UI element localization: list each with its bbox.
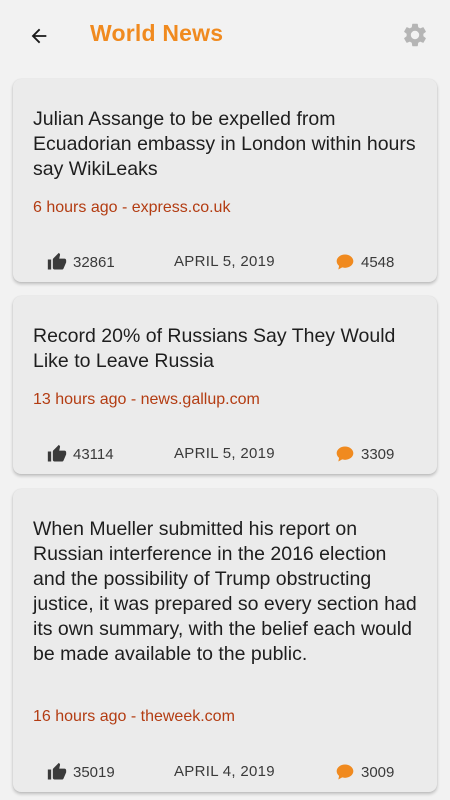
like-count-value: 35019	[73, 763, 115, 781]
gear-icon	[404, 23, 426, 47]
article-headline: Julian Assange to be expelled from Ecuad…	[33, 108, 416, 180]
comment-icon	[336, 764, 354, 780]
news-card[interactable]: Record 20% of Russians Say They Would Li…	[13, 296, 437, 474]
thumbs-up-icon	[47, 762, 67, 780]
comment-count[interactable]: 4548	[335, 252, 394, 272]
comment-count-value: 4548	[361, 253, 395, 271]
arrow-left-icon	[31, 28, 47, 44]
like-count[interactable]: 32861	[47, 252, 115, 272]
article-date: APRIL 4, 2019	[174, 763, 275, 780]
comment-icon	[336, 254, 354, 270]
article-date: APRIL 5, 2019	[174, 253, 275, 270]
page-title: World News	[90, 20, 224, 46]
article-meta[interactable]: 13 hours ago - news.gallup.com	[33, 391, 260, 409]
comment-count-value: 3309	[361, 445, 395, 463]
comment-icon	[336, 446, 354, 462]
comment-count[interactable]: 3309	[335, 444, 394, 464]
app-bar: World News	[0, 0, 450, 70]
like-count-value: 43114	[73, 445, 114, 463]
settings-button[interactable]	[400, 20, 430, 50]
thumbs-up-icon	[47, 444, 67, 462]
article-headline: When Mueller submitted his report on Rus…	[33, 518, 417, 665]
news-card[interactable]: When Mueller submitted his report on Rus…	[13, 489, 437, 792]
back-button[interactable]	[24, 21, 54, 51]
like-count[interactable]: 43114	[47, 444, 114, 464]
article-meta[interactable]: 16 hours ago - theweek.com	[33, 708, 235, 726]
comment-count[interactable]: 3009	[335, 762, 394, 782]
thumbs-up-icon	[47, 252, 67, 270]
article-date: APRIL 5, 2019	[174, 445, 275, 462]
article-meta[interactable]: 6 hours ago - express.co.uk	[33, 199, 230, 217]
like-count-value: 32861	[73, 253, 115, 271]
like-count[interactable]: 35019	[47, 762, 115, 782]
comment-count-value: 3009	[361, 763, 395, 781]
article-headline: Record 20% of Russians Say They Would Li…	[33, 325, 396, 372]
news-card[interactable]: Julian Assange to be expelled from Ecuad…	[13, 79, 437, 282]
